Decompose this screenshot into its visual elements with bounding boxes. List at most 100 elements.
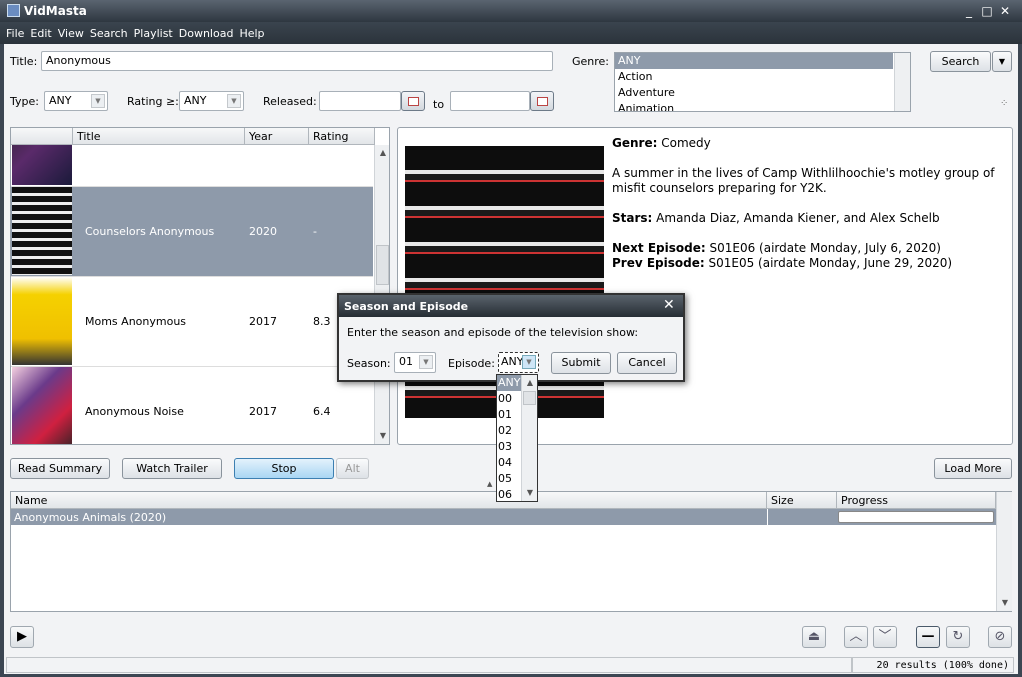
- season-value: 01: [399, 355, 413, 368]
- downloads-scrollbar[interactable]: ▼: [996, 492, 1012, 611]
- menu-file[interactable]: File: [6, 27, 24, 40]
- poster-image: [12, 277, 72, 365]
- read-summary-button[interactable]: Read Summary: [10, 458, 110, 479]
- dialog-prompt: Enter the season and episode of the tele…: [347, 326, 639, 339]
- row-year: 2017: [249, 405, 277, 418]
- genre-heading: Genre:: [612, 136, 658, 150]
- title-label: Title:: [10, 55, 38, 68]
- column-header-size[interactable]: Size: [767, 492, 837, 509]
- column-header-name[interactable]: Name: [11, 492, 767, 509]
- genre-option[interactable]: ANY: [615, 53, 893, 69]
- refresh-icon[interactable]: ↻: [946, 626, 970, 648]
- genre-option[interactable]: Action: [615, 69, 910, 85]
- move-down-icon[interactable]: ﹀: [873, 626, 897, 648]
- released-to-input[interactable]: [450, 91, 530, 111]
- play-icon[interactable]: ▶: [10, 626, 34, 648]
- table-row[interactable]: [11, 145, 373, 187]
- episode-option[interactable]: ANY: [497, 375, 521, 391]
- split-pane-handle[interactable]: ▲: [487, 480, 492, 488]
- column-header-title[interactable]: Title: [73, 128, 245, 145]
- column-header-rating[interactable]: Rating: [309, 128, 375, 145]
- alt-button[interactable]: Alt: [336, 458, 369, 479]
- row-rating: 8.3: [313, 315, 331, 328]
- details-panel: Genre: Comedy A summer in the lives of C…: [397, 127, 1013, 445]
- search-button[interactable]: Search: [930, 51, 991, 72]
- row-year: 2020: [249, 225, 277, 238]
- download-progress-bar: [838, 511, 994, 523]
- table-row[interactable]: Counselors Anonymous 2020 -: [11, 187, 373, 277]
- column-header-progress[interactable]: Progress: [837, 492, 996, 509]
- dialog-close-icon[interactable]: ✕: [663, 297, 675, 313]
- scroll-down-icon[interactable]: ▼: [997, 595, 1013, 611]
- menu-edit[interactable]: Edit: [30, 27, 51, 40]
- season-select[interactable]: 01 ▼: [394, 352, 436, 373]
- cancel-button[interactable]: Cancel: [617, 352, 677, 374]
- episode-value: ANY: [501, 355, 524, 368]
- eject-icon[interactable]: ⏏: [802, 626, 826, 648]
- title-input[interactable]: Anonymous: [41, 51, 553, 71]
- cancel-icon[interactable]: ⊘: [988, 626, 1012, 648]
- rating-select[interactable]: ANY ▼: [179, 91, 244, 111]
- calendar-icon[interactable]: [530, 91, 554, 111]
- menu-help[interactable]: Help: [239, 27, 264, 40]
- stars-heading: Stars:: [612, 211, 653, 225]
- close-button[interactable]: ✕: [998, 4, 1012, 18]
- results-table: Title Year Rating Counselors Anonymous 2…: [10, 127, 390, 445]
- type-select[interactable]: ANY ▼: [44, 91, 108, 111]
- scroll-down-icon[interactable]: ▼: [522, 485, 538, 501]
- remove-icon[interactable]: —: [916, 626, 940, 648]
- scroll-down-icon[interactable]: ▼: [375, 428, 389, 444]
- stars-value: Amanda Diaz, Amanda Kiener, and Alex Sch…: [656, 211, 940, 225]
- next-episode-heading: Next Episode:: [612, 241, 706, 255]
- released-from-input[interactable]: [319, 91, 401, 111]
- stop-button[interactable]: Stop: [234, 458, 334, 479]
- minimize-button[interactable]: _: [962, 4, 976, 18]
- search-options-dropdown[interactable]: ▼: [992, 51, 1012, 72]
- calendar-icon[interactable]: [401, 91, 425, 111]
- column-header-year[interactable]: Year: [245, 128, 309, 145]
- chevron-down-icon: ▼: [227, 94, 241, 108]
- scroll-up-icon[interactable]: ▲: [522, 375, 538, 391]
- genre-scrollbar[interactable]: [894, 53, 910, 111]
- poster-image: [12, 367, 72, 444]
- summary-text: A summer in the lives of Camp Withlilhoo…: [612, 166, 995, 195]
- table-row[interactable]: Anonymous Noise 2017 6.4: [11, 367, 373, 444]
- status-text: 20 results (100% done): [852, 657, 1014, 673]
- load-more-button[interactable]: Load More: [934, 458, 1012, 479]
- table-row[interactable]: Moms Anonymous 2017 8.3: [11, 277, 373, 367]
- menu-download[interactable]: Download: [179, 27, 234, 40]
- menu-search[interactable]: Search: [90, 27, 128, 40]
- genre-list[interactable]: ANY Action Adventure Animation: [614, 52, 911, 112]
- rating-value: ANY: [184, 94, 207, 107]
- genre-label: Genre:: [572, 55, 610, 68]
- details-text: Genre: Comedy A summer in the lives of C…: [612, 136, 1002, 271]
- episode-select[interactable]: ANY ▼: [498, 352, 539, 373]
- row-rating: -: [313, 225, 317, 238]
- column-header-poster[interactable]: [11, 128, 73, 145]
- row-rating: 6.4: [313, 405, 331, 418]
- type-label: Type:: [10, 95, 39, 108]
- menu-view[interactable]: View: [58, 27, 84, 40]
- download-name: Anonymous Animals (2020): [14, 511, 167, 524]
- genre-option[interactable]: Adventure: [615, 85, 910, 101]
- genre-option[interactable]: Animation: [615, 101, 910, 111]
- chevron-down-icon: ▼: [91, 94, 105, 108]
- app-icon: [7, 4, 20, 17]
- scroll-thumb[interactable]: [376, 245, 389, 285]
- row-title: Counselors Anonymous: [85, 225, 215, 238]
- row-title: Moms Anonymous: [85, 315, 187, 328]
- to-label: to: [433, 98, 445, 111]
- genre-value: Comedy: [661, 136, 711, 150]
- move-up-icon[interactable]: ︿: [844, 626, 868, 648]
- dialog-title: Season and Episode: [339, 295, 683, 317]
- menu-playlist[interactable]: Playlist: [134, 27, 173, 40]
- download-row[interactable]: Anonymous Animals (2020): [11, 509, 996, 525]
- episode-scrollbar[interactable]: ▲ ▼: [521, 375, 537, 501]
- season-label: Season:: [347, 357, 391, 370]
- submit-button[interactable]: Submit: [551, 352, 611, 374]
- scroll-thumb[interactable]: [523, 391, 536, 405]
- maximize-button[interactable]: □: [980, 4, 994, 18]
- watch-trailer-button[interactable]: Watch Trailer: [122, 458, 222, 479]
- window-title: VidMasta: [0, 0, 1022, 22]
- scroll-up-icon[interactable]: ▲: [375, 145, 389, 161]
